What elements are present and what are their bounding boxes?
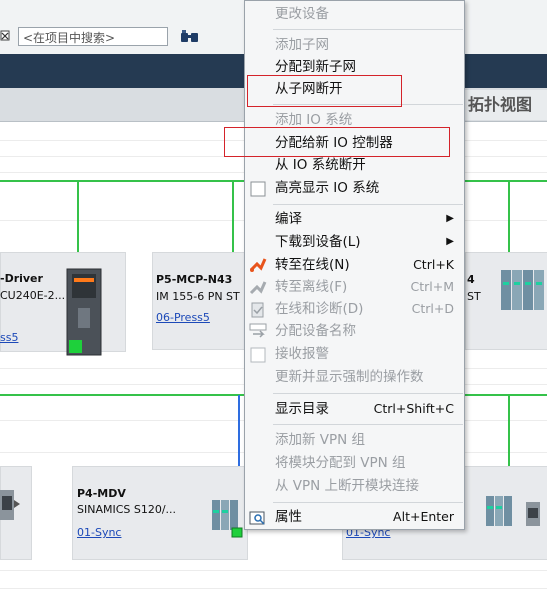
menu-shortcut: Ctrl+Shift+C xyxy=(373,401,454,416)
menu-item-disconnect-io-system[interactable]: 从 IO 系统断开 xyxy=(275,155,460,175)
submenu-arrow-icon: ▶ xyxy=(446,213,454,224)
menu-item-label: 更新并显示强制的操作数 xyxy=(275,369,424,385)
highlight-box-disconnect-subnet xyxy=(247,75,402,107)
menu-item-label: 高亮显示 IO 系统 xyxy=(275,180,380,196)
menu-item-label: 显示目录 xyxy=(275,401,329,417)
menu-item-label: 在线和诊断(D) xyxy=(275,301,364,317)
menu-item-assign-vpn-group[interactable]: 将模块分配到 VPN 组 xyxy=(275,453,460,473)
go-offline-icon xyxy=(249,279,267,297)
menu-separator xyxy=(273,502,463,503)
device-name: P5-MCP-N43 xyxy=(156,273,233,286)
assign-name-icon xyxy=(249,322,267,340)
menu-item-label: 分配到新子网 xyxy=(275,59,356,75)
menu-item-label: 添加子网 xyxy=(275,37,329,53)
menu-item-label: 接收报警 xyxy=(275,346,329,362)
highlight-box-assign-io-controller xyxy=(224,127,450,157)
menu-item-change-device[interactable]: 更改设备 xyxy=(275,4,460,24)
search-input[interactable]: <在项目中搜索> xyxy=(18,27,168,46)
device-type: ST xyxy=(467,290,481,303)
menu-item-label: 转至在线(N) xyxy=(275,257,350,273)
menu-item-label: 添加新 VPN 组 xyxy=(275,432,366,448)
device-name: -Driver xyxy=(0,272,43,285)
menu-item-disconnect-vpn[interactable]: 从 VPN 上断开模块连接 xyxy=(275,476,460,496)
menu-item-assign-device-name[interactable]: 分配设备名称 xyxy=(275,321,460,341)
menu-item-go-online[interactable]: 转至在线(N) Ctrl+K xyxy=(275,255,460,275)
menu-separator xyxy=(273,204,463,205)
menu-item-label: 转至离线(F) xyxy=(275,279,348,295)
drive-icon xyxy=(0,486,22,529)
menu-item-label: 将模块分配到 VPN 组 xyxy=(275,455,406,471)
device-name: P4-MDV xyxy=(77,487,126,500)
drive-module-icon xyxy=(210,494,246,541)
menu-item-label: 从 IO 系统断开 xyxy=(275,157,366,173)
menu-item-label: 编译 xyxy=(275,211,302,227)
drive-module-icon xyxy=(482,490,546,537)
device-type: CU240E-2... xyxy=(0,289,66,302)
search-binoculars-icon[interactable] xyxy=(181,28,201,44)
menu-item-label: 从 VPN 上断开模块连接 xyxy=(275,478,420,494)
menu-item-label: 分配设备名称 xyxy=(275,323,356,339)
device-name: 4 xyxy=(467,273,475,286)
menu-item-label: 更改设备 xyxy=(275,6,329,22)
device-card[interactable] xyxy=(0,252,126,352)
menu-shortcut: Ctrl+M xyxy=(410,279,455,294)
menu-separator xyxy=(273,424,463,425)
drive-module-icon xyxy=(66,268,102,361)
menu-item-label: 下载到设备(L) xyxy=(275,234,361,250)
device-type: SINAMICS S120/... xyxy=(77,503,177,516)
clear-search-icon[interactable] xyxy=(0,28,12,44)
menu-item-go-offline[interactable]: 转至离线(F) Ctrl+M xyxy=(275,277,460,297)
tab-topology-view[interactable]: 拓扑视图 xyxy=(462,90,547,120)
grid-line xyxy=(0,588,547,589)
menu-item-add-vpn-group[interactable]: 添加新 VPN 组 xyxy=(275,430,460,450)
device-network-link[interactable]: ss5 xyxy=(0,331,18,344)
menu-separator xyxy=(273,29,463,30)
diagnostics-icon xyxy=(249,301,267,319)
menu-item-receive-alarms[interactable]: 接收报警 xyxy=(275,344,460,364)
checkbox-icon[interactable] xyxy=(249,180,267,198)
menu-item-properties[interactable]: 属性 Alt+Enter xyxy=(275,507,460,527)
properties-icon xyxy=(249,509,267,527)
go-online-icon xyxy=(249,256,267,274)
menu-shortcut: Alt+Enter xyxy=(393,509,454,524)
menu-item-show-catalog[interactable]: 显示目录 Ctrl+Shift+C xyxy=(275,399,460,419)
io-module-icon xyxy=(501,268,547,315)
menu-item-label: 属性 xyxy=(275,509,302,525)
menu-item-download[interactable]: 下载到设备(L) ▶ xyxy=(275,232,460,252)
menu-item-update-forced-operands[interactable]: 更新并显示强制的操作数 xyxy=(275,367,460,387)
menu-item-assign-new-subnet[interactable]: 分配到新子网 xyxy=(275,57,460,77)
menu-shortcut: Ctrl+K xyxy=(413,257,454,272)
submenu-arrow-icon: ▶ xyxy=(446,236,454,247)
device-network-link[interactable]: 06-Press5 xyxy=(156,311,210,324)
device-type: IM 155-6 PN ST xyxy=(156,290,240,303)
menu-item-online-diagnostics[interactable]: 在线和诊断(D) Ctrl+D xyxy=(275,299,460,319)
receive-alarms-icon xyxy=(249,346,267,364)
menu-shortcut: Ctrl+D xyxy=(411,301,454,316)
grid-line xyxy=(0,570,547,571)
menu-item-highlight-io-system[interactable]: 高亮显示 IO 系统 xyxy=(275,178,460,198)
menu-item-add-subnet[interactable]: 添加子网 xyxy=(275,35,460,55)
menu-item-label: 添加 IO 系统 xyxy=(275,112,353,128)
device-network-link[interactable]: 01-Sync xyxy=(77,526,121,539)
menu-separator xyxy=(273,393,463,394)
menu-item-compile[interactable]: 编译 ▶ xyxy=(275,209,460,229)
